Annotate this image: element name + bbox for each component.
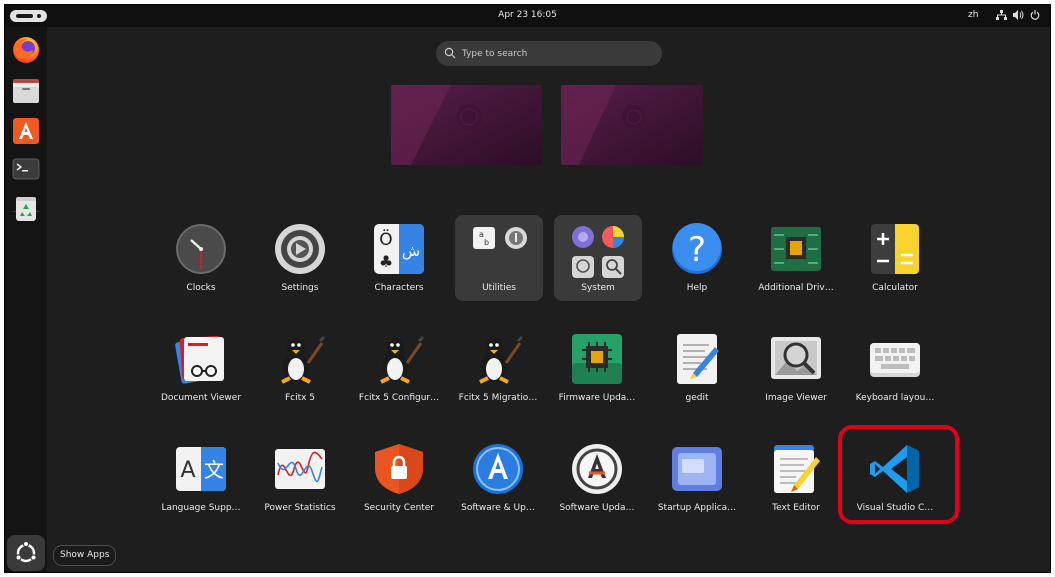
app-firmware-updater[interactable]: Firmware Upda… xyxy=(549,325,645,417)
show-apps-button[interactable] xyxy=(7,535,45,571)
app-document-viewer[interactable]: Document Viewer xyxy=(153,325,249,417)
app-text-editor[interactable]: Text Editor xyxy=(748,435,844,527)
system-folder-icon xyxy=(572,226,624,278)
input-method-indicator[interactable]: zh xyxy=(968,10,978,20)
app-gedit[interactable]: gedit xyxy=(649,325,745,417)
show-apps-tooltip: Show Apps xyxy=(53,545,117,566)
app-label: Document Viewer xyxy=(160,393,242,403)
help-icon: ? xyxy=(672,223,722,274)
keyboard-layout-icon xyxy=(870,343,920,377)
utilities-folder-icon: a b xyxy=(473,227,527,249)
folder-utilities[interactable]: a b Utilities xyxy=(455,215,543,301)
app-label: Software Upda… xyxy=(559,503,635,513)
additional-drivers-icon xyxy=(771,227,821,271)
app-fcitx-5[interactable]: Fcitx 5 xyxy=(252,325,348,417)
folder-label: System xyxy=(581,283,615,293)
svg-text:ش: ش xyxy=(402,242,420,260)
app-startup-applications[interactable]: Startup Applica… xyxy=(649,435,745,527)
files-icon[interactable] xyxy=(11,75,41,105)
app-help[interactable]: ? Help xyxy=(649,215,745,307)
app-label: Startup Applica… xyxy=(657,503,737,513)
app-power-statistics[interactable]: Power Statistics xyxy=(252,435,348,527)
network-icon xyxy=(995,8,1007,22)
highlight-box xyxy=(838,425,959,524)
terminal-icon[interactable] xyxy=(11,154,41,184)
app-label: Language Supp… xyxy=(161,503,241,513)
volume-icon xyxy=(1012,8,1024,22)
top-bar: Apr 23 16:05 zh xyxy=(5,5,1050,27)
app-additional-drivers[interactable]: Additional Driv… xyxy=(748,215,844,307)
app-label: Characters xyxy=(374,283,424,293)
firefox-icon[interactable] xyxy=(11,35,41,65)
software-updater-icon xyxy=(572,444,622,494)
fcitx-icon xyxy=(281,335,326,384)
text-editor-icon xyxy=(774,445,820,493)
software-updates-icon xyxy=(473,444,523,494)
characters-icon: Ö ش ♣ xyxy=(374,224,424,274)
dock xyxy=(5,27,47,572)
app-label: Additional Driv… xyxy=(758,283,834,293)
app-fcitx-5-migration[interactable]: Fcitx 5 Migratio… xyxy=(450,325,546,417)
app-label: Keyboard layou… xyxy=(855,393,935,403)
svg-text:?: ? xyxy=(688,230,706,270)
system-tray[interactable] xyxy=(995,8,1041,22)
app-label: Image Viewer xyxy=(765,393,827,403)
desktop-screen: Apr 23 16:05 zh Show Apps Type to search… xyxy=(4,4,1051,573)
app-settings[interactable]: Settings xyxy=(252,215,348,307)
app-fcitx-5-configuration[interactable]: Fcitx 5 Configur… xyxy=(351,325,447,417)
app-center-icon[interactable] xyxy=(11,115,41,145)
app-label: gedit xyxy=(685,393,709,403)
svg-text:文: 文 xyxy=(204,458,224,482)
app-label: Text Editor xyxy=(772,503,820,513)
app-label: Fcitx 5 xyxy=(284,393,316,403)
app-characters[interactable]: Ö ش ♣ Characters xyxy=(351,215,447,307)
search-input[interactable] xyxy=(462,45,652,62)
app-software-updater[interactable]: Software Upda… xyxy=(549,435,645,527)
clock[interactable]: Apr 23 16:05 xyxy=(5,10,1050,20)
app-calculator[interactable]: Calculator xyxy=(847,215,943,307)
startup-applications-icon xyxy=(672,447,722,491)
calculator-icon xyxy=(871,224,919,274)
firmware-updater-icon xyxy=(572,334,622,384)
power-icon xyxy=(1029,8,1041,22)
app-label: Power Statistics xyxy=(264,503,336,513)
fcitx-migration-icon xyxy=(479,335,524,384)
app-image-viewer[interactable]: Image Viewer xyxy=(748,325,844,417)
search-icon xyxy=(444,47,456,59)
search-bar[interactable] xyxy=(436,41,662,66)
app-label: Settings xyxy=(281,283,319,293)
app-clocks[interactable]: Clocks xyxy=(153,215,249,307)
fcitx-config-icon xyxy=(380,335,425,384)
folder-label: Utilities xyxy=(482,283,516,293)
app-software-and-updates[interactable]: Software & Up… xyxy=(450,435,546,527)
security-center-icon xyxy=(375,444,423,494)
ubuntu-logo-icon xyxy=(15,540,37,563)
app-label: Calculator xyxy=(872,283,918,293)
app-language-support[interactable]: A 文 Language Supp… xyxy=(153,435,249,527)
app-label: Software & Up… xyxy=(461,503,535,513)
svg-text:Ö: Ö xyxy=(379,228,392,250)
document-viewer-icon xyxy=(175,335,224,384)
svg-text:b: b xyxy=(484,238,489,247)
trash-icon[interactable] xyxy=(11,193,41,223)
app-label: Firmware Upda… xyxy=(558,393,636,403)
app-label: Fcitx 5 Configur… xyxy=(358,393,440,403)
workspace-thumbnail-1[interactable] xyxy=(391,85,542,165)
settings-icon xyxy=(275,224,325,274)
app-keyboard-layout[interactable]: Keyboard layou… xyxy=(847,325,943,417)
app-label: Fcitx 5 Migratio… xyxy=(458,393,538,403)
app-label: Clocks xyxy=(186,283,216,293)
clocks-icon xyxy=(176,224,226,274)
language-support-icon: A 文 xyxy=(176,447,226,491)
app-label: Help xyxy=(686,283,708,293)
app-security-center[interactable]: Security Center xyxy=(351,435,447,527)
gedit-icon xyxy=(677,334,719,384)
svg-text:♣: ♣ xyxy=(379,252,393,271)
image-viewer-icon xyxy=(771,337,821,379)
app-label: Security Center xyxy=(363,503,435,513)
svg-text:A: A xyxy=(180,458,195,483)
power-statistics-icon xyxy=(275,449,325,489)
workspace-thumbnail-2[interactable] xyxy=(561,85,703,165)
folder-system[interactable]: System xyxy=(554,215,642,301)
